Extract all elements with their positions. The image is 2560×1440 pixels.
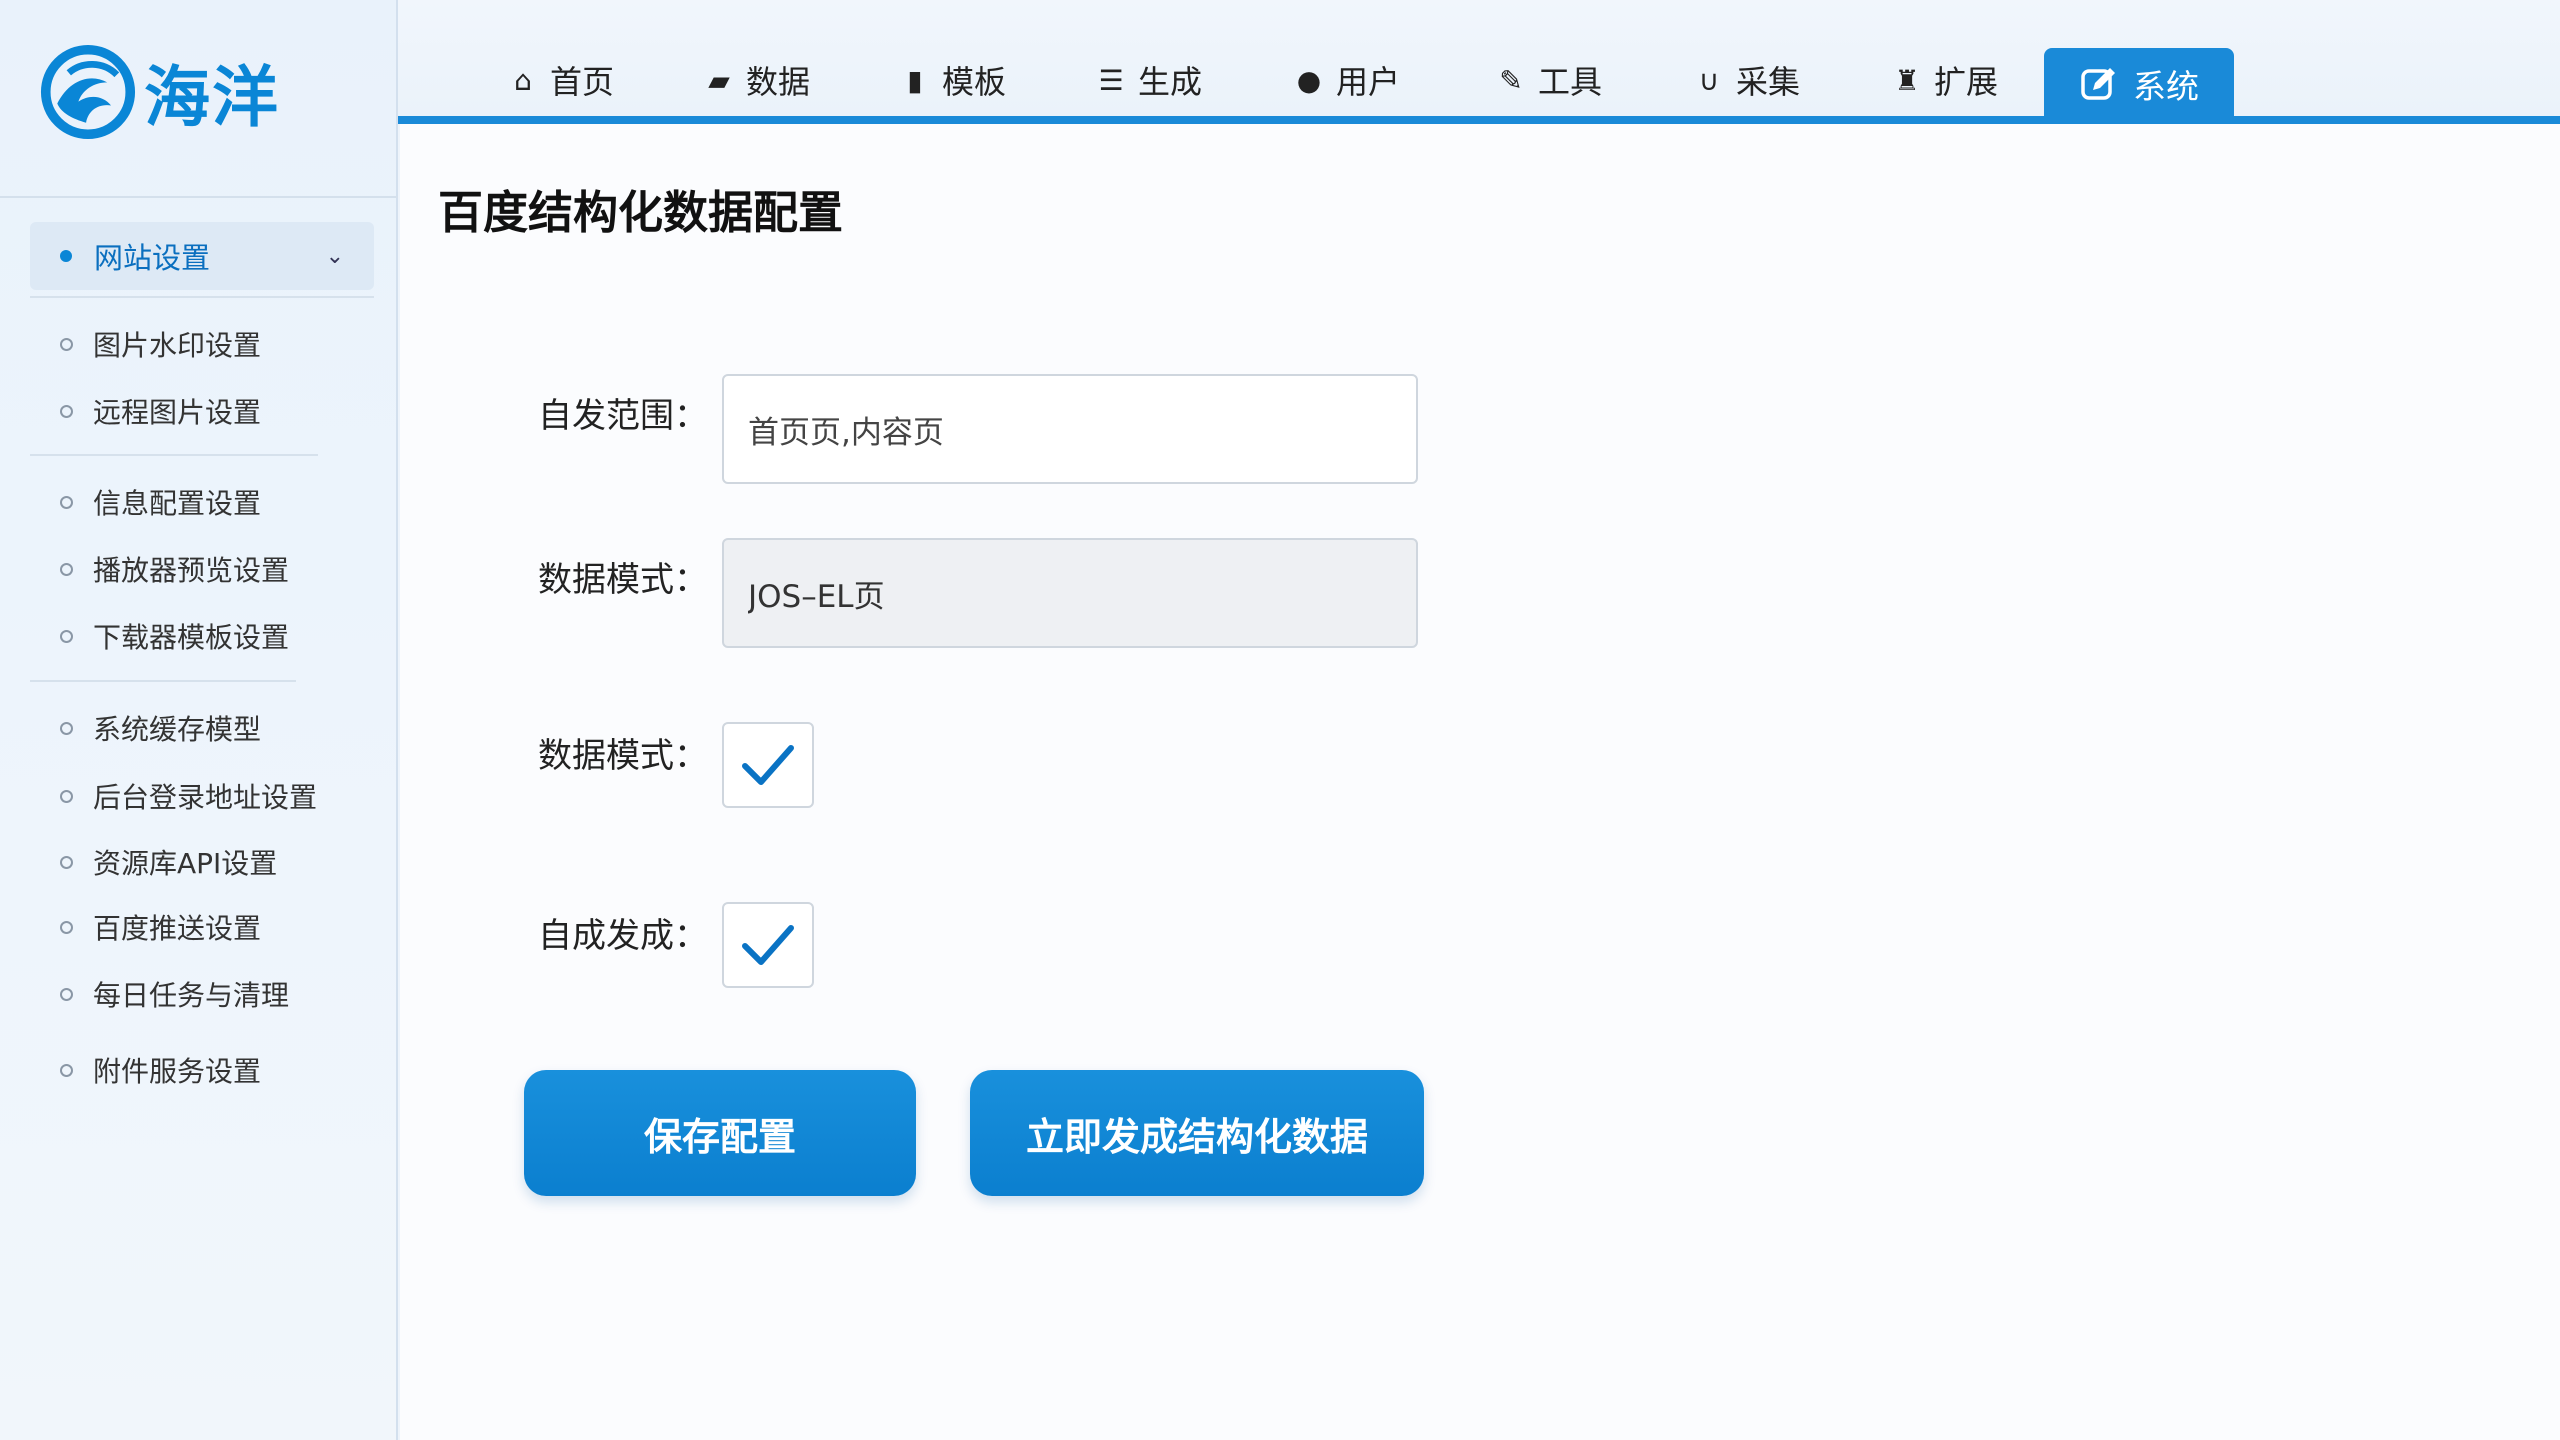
sidebar-item-label: 百度推送设置 [93,912,262,945]
wave-logo-icon [40,44,136,140]
file-icon: ▮ [907,63,923,97]
tab-user[interactable]: ● 用户 [1294,52,1400,108]
tab-label: 模板 [942,63,1007,101]
scope-input[interactable] [722,374,1418,484]
sidebar-item[interactable]: 远程图片设置 [60,389,261,433]
tab-label: 系统 [2133,67,2199,106]
main-content: 百度结构化数据配置 自发范围： 数据模式： 数据模式： 自成发成： 保存配置 立… [400,124,2560,1440]
sidebar-item-label: 远程图片设置 [93,396,262,429]
auto-generate-checkbox[interactable] [722,902,814,988]
tab-label: 用户 [1336,63,1401,101]
sidebar-item-label: 下载器模板设置 [93,621,290,654]
sidebar-item[interactable]: 图片水印设置 [60,322,261,366]
sidebar-item-label: 附件服务设置 [93,1055,262,1088]
sidebar-item[interactable]: 百度推送设置 [60,905,261,949]
circle-bullet-icon [60,721,73,735]
tab-label: 扩展 [1934,63,1999,101]
divider [30,296,374,298]
sidebar-item-label: 播放器预览设置 [93,554,290,587]
tab-label: 工具 [1538,63,1603,101]
circle-bullet-icon [60,629,73,643]
sidebar-item[interactable]: 附件服务设置 [60,1048,261,1092]
sidebar-item-label: 信息配置设置 [93,487,262,520]
tab-extend[interactable]: ♜ 扩展 [1892,52,1998,108]
tab-generate[interactable]: ☰ 生成 [1096,52,1202,108]
mode-label: 数据模式： [538,560,708,600]
tab-template[interactable]: ▮ 模板 [900,52,1006,108]
sidebar-item[interactable]: 信息配置设置 [60,480,261,524]
sidebar-item[interactable]: 后台登录地址设置 [60,774,317,818]
circle-bullet-icon [60,789,73,803]
generate-icon: ☰ [1098,63,1124,97]
circle-bullet-icon [60,337,73,351]
sidebar-item-label: 系统缓存模型 [93,713,262,746]
tab-label: 生成 [1138,63,1203,101]
circle-bullet-icon [60,855,73,869]
sidebar: 海洋 网站设置 ⌄ 图片水印设置 远程图片设置 信息配置设置 播放器预览设置 下… [0,0,398,1440]
sidebar-item-label: 资源库API设置 [93,847,278,880]
sidebar-item-label: 图片水印设置 [93,329,262,362]
sidebar-group-site-settings[interactable]: 网站设置 ⌄ [30,222,374,290]
sidebar-item[interactable]: 每日任务与清理 [60,972,289,1016]
divider [30,454,318,456]
mode-input[interactable] [722,538,1418,648]
wrench-icon: ✎ [1499,63,1523,97]
sidebar-group-label: 网站设置 [94,241,211,275]
user-icon: ● [1296,63,1322,97]
mode-checkbox[interactable] [722,722,814,808]
circle-bullet-icon [60,495,73,509]
divider [0,196,398,198]
page-title: 百度结构化数据配置 [438,186,844,239]
tab-system[interactable]: 系统 [2044,48,2234,120]
tab-home[interactable]: ⌂ 首页 [508,52,614,108]
tab-data[interactable]: ▰ 数据 [704,52,810,108]
generate-structured-data-button[interactable]: 立即发成结构化数据 [970,1070,1424,1196]
circle-bullet-icon [60,920,73,934]
circle-bullet-icon [60,404,73,418]
sidebar-item-label: 每日任务与清理 [93,979,290,1012]
checkmark-icon [742,745,794,785]
logo[interactable]: 海洋 [40,44,280,140]
mode-checkbox-label: 数据模式： [538,736,708,776]
checkmark-icon [742,925,794,965]
sidebar-item[interactable]: 资源库API设置 [60,840,277,884]
sidebar-item[interactable]: 系统缓存模型 [60,706,261,750]
tab-collect[interactable]: ∪ 采集 [1694,52,1800,108]
brand-name: 海洋 [144,59,280,136]
magnet-icon: ∪ [1698,63,1720,97]
sidebar-item[interactable]: 播放器预览设置 [60,547,289,591]
top-navigation-accent-bar [398,116,2560,124]
app-window: 海洋 网站设置 ⌄ 图片水印设置 远程图片设置 信息配置设置 播放器预览设置 下… [0,0,2560,1440]
circle-bullet-icon [60,1063,73,1077]
sidebar-item-label: 后台登录地址设置 [93,781,318,814]
database-icon: ▰ [708,63,730,97]
tab-tools[interactable]: ✎ 工具 [1496,52,1602,108]
home-icon: ⌂ [514,63,532,97]
bullet-icon [60,250,72,262]
sidebar-item[interactable]: 下载器模板设置 [60,614,289,658]
circle-bullet-icon [60,987,73,1001]
scope-label: 自发范围： [538,396,708,436]
tab-label: 数据 [746,63,811,101]
edit-icon [2081,68,2115,100]
tab-label: 采集 [1736,63,1801,101]
puzzle-icon: ♜ [1894,63,1920,97]
circle-bullet-icon [60,562,73,576]
tab-label: 首页 [550,63,615,101]
auto-generate-label: 自成发成： [538,916,708,956]
chevron-down-icon: ⌄ [325,244,344,269]
save-config-button[interactable]: 保存配置 [524,1070,916,1196]
divider [30,680,296,682]
